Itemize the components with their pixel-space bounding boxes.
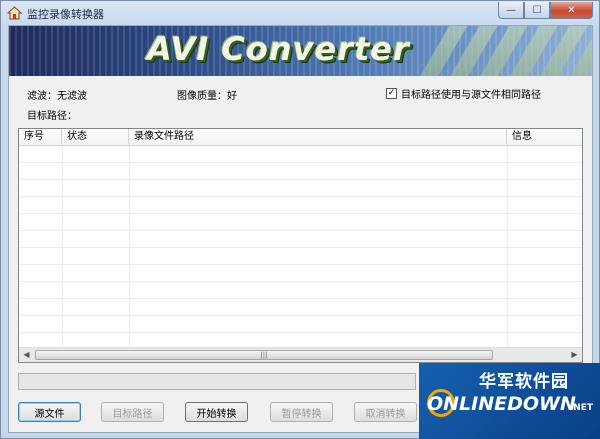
filter-label: 滤波：无滤波	[27, 91, 87, 102]
start-convert-button[interactable]: 开始转换	[185, 402, 248, 422]
banner-title: AVI Converter	[147, 30, 410, 68]
home-icon	[7, 6, 22, 20]
column-header-status[interactable]: 状态	[62, 129, 129, 146]
quality-label: 图像质量：好	[177, 91, 237, 102]
scroll-right-icon[interactable]: ▶	[567, 348, 582, 362]
maximize-button[interactable]: ☐	[524, 2, 550, 19]
maximize-icon: ☐	[532, 4, 542, 16]
app-window: 监控录像转换器 — ☐ ✕ AVI Converter 滤波：无滤波 图像质量：…	[0, 0, 600, 439]
minimize-button[interactable]: —	[498, 2, 524, 19]
window-title: 监控录像转换器	[27, 8, 104, 21]
pause-convert-button[interactable]: 暂停转换	[270, 402, 333, 422]
window-controls: — ☐ ✕	[498, 2, 593, 19]
column-header-info[interactable]: 信息	[507, 129, 582, 146]
watermark-net-text: .NET	[569, 403, 593, 413]
progress-bar	[18, 373, 416, 390]
same-path-label: 目标路径使用与源文件相同路径	[401, 90, 541, 101]
watermark-logo: 华军软件园 ONLINEDOWN .NET	[419, 363, 600, 439]
source-file-button[interactable]: 源文件	[18, 402, 81, 422]
target-path-label: 目标路径：	[27, 111, 77, 122]
same-path-checkbox[interactable]: ✓ 目标路径使用与源文件相同路径	[386, 86, 541, 101]
table-header: 序号 状态 录像文件路径 信息	[19, 129, 582, 146]
watermark-cn-text: 华军软件园	[479, 372, 569, 392]
column-header-path[interactable]: 录像文件路径	[129, 129, 507, 146]
minimize-icon: —	[506, 4, 516, 16]
close-button[interactable]: ✕	[550, 2, 593, 19]
watermark-en-text: ONLINEDOWN	[427, 393, 576, 415]
close-icon: ✕	[567, 4, 576, 16]
horizontal-scrollbar[interactable]: ◀ ||| ▶	[19, 347, 582, 362]
cancel-convert-button[interactable]: 取消转换	[354, 402, 417, 422]
target-path-button[interactable]: 目标路径	[101, 402, 164, 422]
banner: AVI Converter	[9, 26, 592, 76]
file-table[interactable]: 序号 状态 录像文件路径 信息 ◀ ||| ▶	[18, 128, 583, 363]
scroll-thumb[interactable]: |||	[35, 350, 493, 360]
title-bar[interactable]: 监控录像转换器 — ☐ ✕	[1, 1, 599, 25]
scroll-left-icon[interactable]: ◀	[19, 348, 34, 362]
checkbox-box[interactable]: ✓	[386, 88, 397, 99]
column-header-index[interactable]: 序号	[19, 129, 62, 146]
